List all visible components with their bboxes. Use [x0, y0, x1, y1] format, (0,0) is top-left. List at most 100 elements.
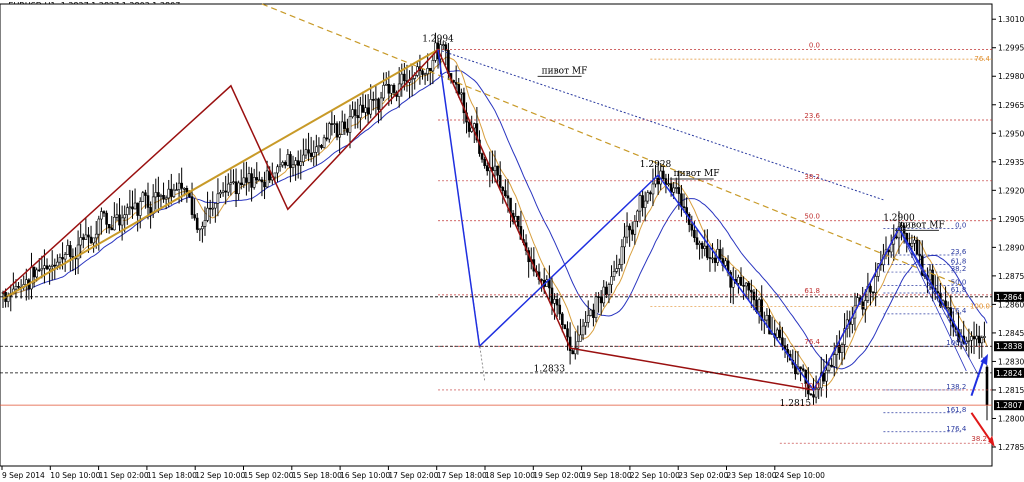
candle-body	[579, 334, 582, 342]
candle-body	[289, 154, 292, 168]
x-tick-label: 16 Sep 10:00	[340, 471, 390, 480]
candle-body	[636, 210, 639, 222]
candle-body	[599, 296, 603, 304]
candle-body	[586, 315, 590, 323]
candle-body	[219, 192, 222, 195]
candle-body	[392, 84, 396, 93]
candle-body	[366, 107, 370, 115]
candle-body	[312, 152, 316, 157]
candle-body	[232, 181, 235, 184]
candle-body	[226, 183, 230, 193]
candle-body	[674, 187, 678, 189]
candle-body	[980, 337, 984, 344]
candle-body	[56, 261, 59, 267]
x-tick-label: 10 Sep 10:00	[50, 471, 100, 480]
fib-level-label: 0.0	[809, 42, 820, 50]
price-level-label: 1.2807	[996, 401, 1022, 410]
candle-body	[871, 291, 875, 294]
candle-body	[563, 324, 567, 330]
fib-level-label: 38.2	[804, 173, 820, 181]
candle-body	[335, 123, 339, 138]
candle-body	[718, 248, 722, 259]
candle-body	[426, 68, 429, 75]
y-tick-label: 1.2965	[998, 101, 1024, 110]
candle-body	[558, 304, 562, 315]
candle-body	[472, 123, 476, 129]
candle-body	[374, 98, 378, 101]
candle-body	[825, 369, 828, 382]
candle-body	[504, 190, 507, 197]
candle-body	[273, 172, 277, 178]
y-tick-label: 1.2890	[998, 243, 1024, 252]
candle-body	[84, 234, 88, 240]
candle-body	[713, 257, 717, 263]
candle-body	[40, 268, 44, 271]
candle-body	[467, 121, 471, 132]
fib-level-label: 23.6	[804, 112, 820, 120]
candle-body	[234, 181, 238, 195]
candle-body	[809, 393, 813, 396]
fib-small-label: 23.6	[951, 248, 967, 256]
candle-body	[50, 264, 54, 267]
candle-body	[286, 154, 290, 166]
y-tick-label: 1.2920	[998, 186, 1024, 195]
candle-body	[239, 182, 243, 186]
candle-body	[480, 153, 484, 160]
fib-small-label: 176.4	[946, 425, 967, 433]
candle-body	[379, 97, 383, 110]
candle-body	[364, 107, 367, 113]
candle-body	[742, 285, 745, 287]
fib-extra-label: 100.0	[970, 302, 990, 310]
candle-body	[276, 166, 279, 174]
candle-body	[690, 224, 694, 231]
candle-body	[348, 116, 352, 133]
candle-body	[100, 211, 103, 220]
candle-body	[605, 286, 608, 296]
candle-body	[92, 237, 95, 244]
candle-body	[206, 207, 209, 221]
candle-body	[428, 68, 432, 72]
candle-body	[167, 188, 171, 199]
candle-body	[861, 301, 865, 310]
candle-body	[750, 289, 753, 293]
candle-body	[255, 177, 259, 181]
price-chart[interactable]: 0.023.638.250.061.876.4100.038.276.4100.…	[0, 0, 1024, 482]
candle-body	[79, 237, 82, 246]
candle-body	[584, 322, 587, 327]
candle-body	[170, 188, 173, 197]
candle-body	[338, 134, 341, 138]
candle-body	[869, 285, 872, 293]
pivot-label: пивот MF	[899, 220, 945, 230]
candle-body	[628, 225, 631, 231]
candle-body	[594, 296, 598, 318]
candle-body	[485, 165, 489, 172]
candle-body	[131, 206, 134, 210]
candle-body	[555, 299, 559, 306]
candle-body	[193, 214, 196, 219]
candle-body	[382, 84, 385, 99]
candle-body	[617, 264, 621, 269]
candle-body	[265, 170, 269, 188]
chart-window[interactable]: ▼EURUSD,H1 1.2827 1.2827 1.2803 1.2807 0…	[0, 0, 1024, 482]
candle-body	[620, 246, 624, 265]
y-tick-label: 1.2905	[998, 215, 1024, 224]
price-level-label: 1.2838	[996, 342, 1022, 351]
candle-body	[840, 344, 844, 353]
candle-body	[967, 339, 971, 342]
candle-body	[247, 173, 251, 183]
candle-body	[643, 200, 647, 208]
candle-body	[589, 309, 593, 316]
fib-small-label: 161.8	[946, 406, 966, 414]
candle-body	[625, 225, 629, 238]
candle-body	[177, 182, 181, 190]
candle-body	[302, 154, 305, 163]
candle-body	[353, 109, 357, 116]
candle-body	[237, 182, 240, 195]
candle-body	[346, 128, 349, 133]
candle-body	[149, 207, 152, 214]
candle-body	[576, 341, 580, 349]
candle-body	[680, 193, 683, 207]
candle-body	[506, 195, 510, 199]
candle-body	[190, 196, 194, 215]
candle-body	[105, 212, 108, 225]
